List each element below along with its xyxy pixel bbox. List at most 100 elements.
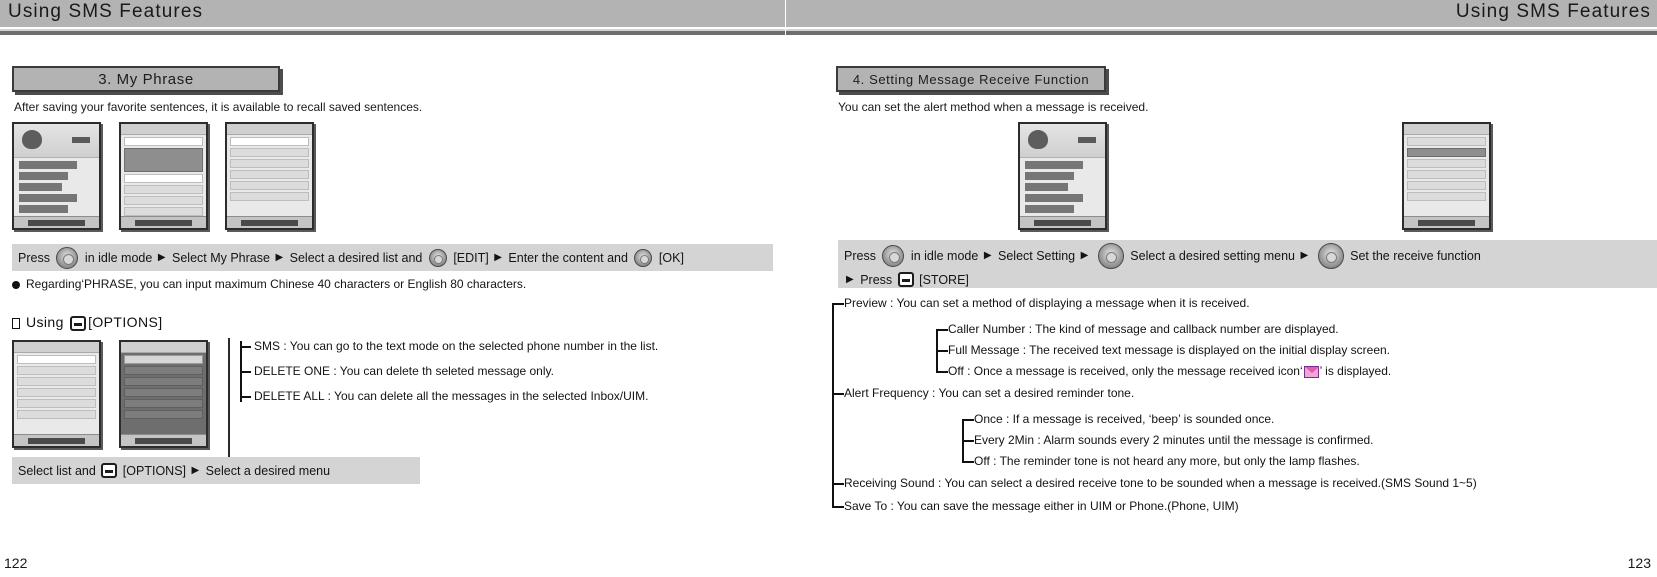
list-item [124,388,203,397]
list-item [1407,192,1486,201]
list-item: DELETE ONE : You can delete th seleted m… [240,359,760,384]
list-item [1407,170,1486,179]
tree-item-off-preview: Off : Once a message is received, only t… [935,364,1391,378]
softkey-bar [14,434,99,446]
menu-row [19,194,77,202]
list-item [1407,137,1486,146]
softkey-icon [897,272,914,288]
step-arrow-icon: ▶ [191,464,200,476]
page-number-right: 123 [1627,555,1651,571]
tree-item-caller-number: Caller Number : The kind of message and … [936,322,1339,336]
list-item [1407,181,1486,190]
tree-item-full-message: Full Message : The received text message… [935,343,1391,357]
tree-item-every-2min: Every 2Min : Alarm sounds every 2 minute… [962,433,1374,447]
menu-row [19,172,69,180]
step-select-list-label: Select list and [18,463,96,478]
tree-item-once: Once : If a message is received, ‘beep’ … [961,412,1275,426]
softkey-bar [227,216,312,228]
list-item [17,355,96,364]
step-arrow-icon: ▶ [846,273,854,285]
list-item [230,148,309,157]
screen-title-bar [121,342,206,353]
phone-screenshot-options-popup [119,340,208,448]
phone-screenshot-options-list [12,340,101,448]
left-page: 3. My Phrase After saving your favorite … [0,0,785,577]
menu-row [19,161,77,169]
left-page-intro: After saving your favorite sentences, it… [14,100,423,114]
menu-row [19,205,69,213]
phone-screenshot-my-phrase-list [119,122,208,230]
navigation-key-icon [56,247,79,269]
screen-title-bar [14,342,99,353]
popup-panel [124,148,203,172]
idle-wallpaper [14,124,99,158]
list-item [124,185,203,194]
using-options-subhead: Using [OPTIONS] [12,314,162,331]
step-ok-label: [OK] [658,251,684,265]
list-item [230,170,309,179]
tree-item-save-to: Save To : You can save the message eithe… [832,499,1239,513]
step-enter-content: Enter the content and [508,251,628,265]
list-item [124,196,203,205]
menu-row [1025,205,1075,213]
softkey-icon [101,463,118,479]
menu-row [1025,172,1075,180]
section-title-my-phrase: 3. My Phrase [12,66,280,92]
list-item [17,377,96,386]
steps-strip-receive-function: Press in idle mode ▶ Select Setting ▶ Se… [838,240,1657,288]
bullet-icon [12,280,20,289]
tree-item-off-preview-before: Off : Once a message is received, only t… [948,364,1303,378]
step-arrow-icon: ▶ [1300,250,1309,261]
list-item [124,207,203,216]
step-idle-mode-label: in idle mode [84,251,153,265]
step-edit-label: [EDIT] [453,251,489,265]
phone-screenshot-idle-right [1018,122,1107,230]
step-arrow-icon: ▶ [275,252,284,263]
step-arrow-icon: ▶ [983,250,992,261]
list-item [17,388,96,397]
list-item [124,410,203,419]
manual-page-spread: Using SMS Features Using SMS Features 3.… [0,0,1657,577]
step-select-setting-menu: Select a desired setting menu [1130,249,1295,263]
options-label: [OPTIONS] [88,314,163,330]
phrase-note: Regarding‘PHRASE, you can input maximum … [12,277,526,291]
menu-row [1025,183,1068,191]
step-select-my-phrase: Select My Phrase [172,251,270,265]
settings-tree: Preview : You can set a method of displa… [831,296,1657,513]
step-press-label: Press [18,251,50,265]
step-select-menu-label: Select a desired menu [205,463,331,478]
list-item [124,355,203,364]
screen-title-bar [227,124,312,135]
phone-screenshot-setting-menu [1402,122,1491,230]
phone-screenshot-idle [12,122,101,230]
step-options-label: [OPTIONS] [122,463,186,478]
menu-row [1025,161,1083,169]
step-idle-mode-label: in idle mode [910,249,979,263]
navigation-key-icon [1317,243,1344,269]
page-number-left: 122 [4,555,28,571]
softkey-bar [14,216,99,228]
list-item: SMS : You can go to the text mode on the… [240,334,760,359]
list-item [1407,159,1486,168]
tree-item-receiving-sound: Receiving Sound : You can select a desir… [832,476,1477,490]
softkey-bar [1020,216,1105,228]
navigation-key-icon [1097,243,1124,269]
steps-strip-my-phrase: Press in idle mode ▶ Select My Phrase ▶ … [12,244,773,271]
using-label: Using [26,314,64,330]
step-arrow-icon: ▶ [157,252,166,263]
step-press-label: Press [844,249,876,263]
menu-row [1025,194,1083,202]
list-item [17,366,96,375]
softkey-icon [70,315,87,331]
list-item [124,377,203,386]
navigation-key-icon [882,245,905,267]
tree-outer-spine [832,303,834,507]
softkey-bar [121,216,206,228]
right-page: 4. Setting Message Receive Function You … [786,0,1657,577]
list-item [17,410,96,419]
list-item [124,137,203,146]
softkey-bar [121,434,206,446]
message-envelope-icon [1303,365,1319,378]
step-set-receive-function: Set the receive function [1350,249,1481,263]
right-page-intro: You can set the alert method when a mess… [838,100,1149,114]
